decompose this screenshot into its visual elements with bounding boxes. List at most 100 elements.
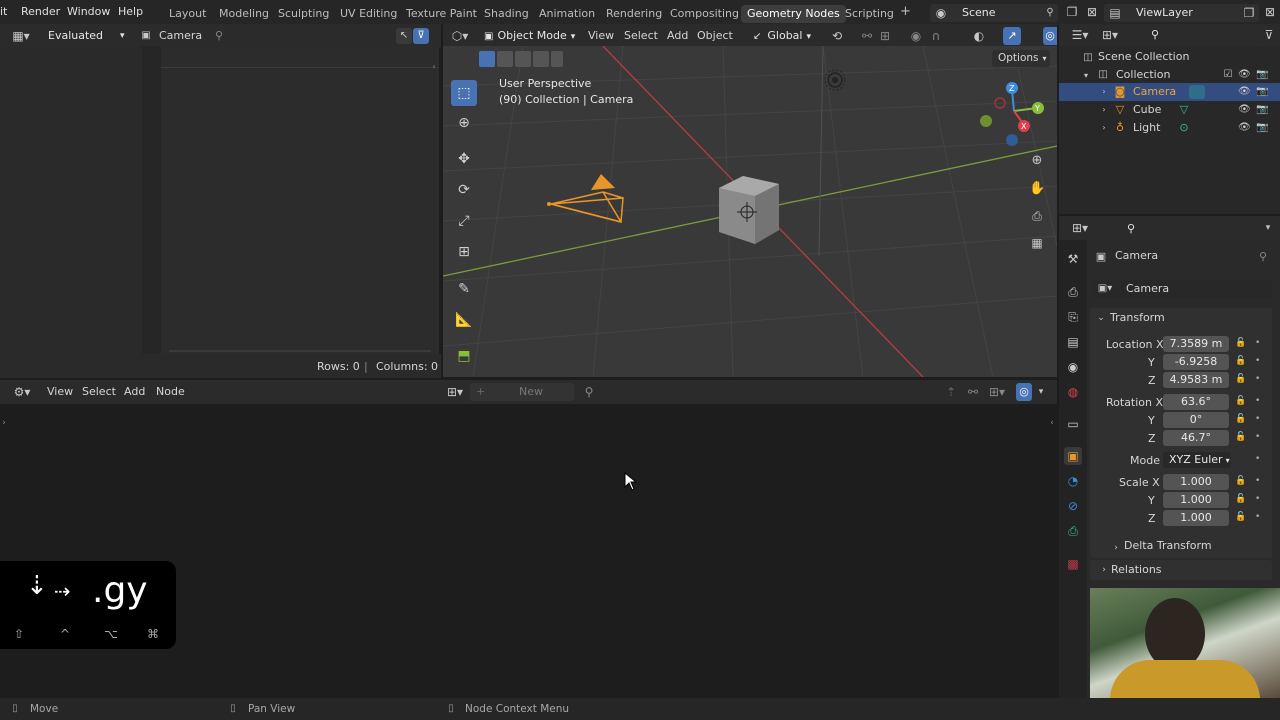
node-menu-select[interactable]: Select <box>82 385 116 398</box>
keyframe-icon[interactable]: • <box>1255 374 1260 384</box>
chevron-right-icon[interactable]: › <box>1112 541 1120 555</box>
keyframe-icon[interactable]: • <box>1255 396 1260 406</box>
scene-tab-icon[interactable]: ◉ <box>1064 358 1082 376</box>
cube-object[interactable] <box>715 176 785 251</box>
scale-x-field[interactable]: 1.000 <box>1163 474 1229 490</box>
lock-icon[interactable]: 🔓 <box>1235 512 1246 522</box>
world-tab-icon[interactable]: ◍ <box>1064 383 1082 401</box>
tab-compositing[interactable]: Compositing <box>670 7 739 20</box>
tab-geometry-nodes[interactable]: Geometry Nodes <box>741 5 846 23</box>
lock-icon[interactable]: 🔓 <box>1235 374 1246 384</box>
tab-uv-editing[interactable]: UV Editing <box>340 7 397 20</box>
selected-only-icon[interactable]: ↖ <box>396 28 412 44</box>
editor-type-icon[interactable]: ⚙▾ <box>10 385 34 399</box>
view-layer-selector[interactable]: ▤ ViewLayer ❐ <box>1104 4 1259 22</box>
tab-shading[interactable]: Shading <box>484 7 529 20</box>
expand-arrow-icon[interactable]: ▾ <box>1081 69 1091 83</box>
node-menu-view[interactable]: View <box>47 385 73 398</box>
tab-modeling[interactable]: Modeling <box>219 7 269 20</box>
eye-icon[interactable]: 👁 <box>1238 68 1251 82</box>
menu-help[interactable]: Help <box>118 5 143 18</box>
menu-edit[interactable]: it <box>0 5 7 18</box>
editor-type-icon[interactable]: ⊞▾ <box>1069 221 1091 235</box>
properties-search-input[interactable]: ⚲ <box>1119 220 1219 238</box>
cursor-tool-icon[interactable]: ⊕ <box>451 110 477 136</box>
overlay-toggle-icon[interactable]: ◎ <box>1016 383 1032 401</box>
expand-arrow-icon[interactable]: › <box>1099 121 1109 135</box>
scrollbar[interactable] <box>169 350 431 352</box>
scale-z-field[interactable]: 1.000 <box>1163 510 1229 526</box>
camera-icon[interactable]: 📷 <box>1256 68 1268 82</box>
new-view-layer-icon[interactable]: ❐ <box>1242 6 1256 20</box>
tab-layout[interactable]: Layout <box>169 7 206 20</box>
transform-orientation-dropdown[interactable]: ↙ Global ▾ <box>751 27 823 45</box>
pin-icon[interactable]: ⚲ <box>582 385 596 399</box>
snap-icon[interactable]: ⚯ <box>859 29 875 43</box>
lock-icon[interactable]: 🔓 <box>1235 396 1246 406</box>
perspective-toggle-icon[interactable]: ▦ <box>1029 236 1045 250</box>
object-tab-icon[interactable]: ▣ <box>1064 447 1082 465</box>
keyframe-icon[interactable]: • <box>1255 356 1260 366</box>
scale-y-field[interactable]: 1.000 <box>1163 492 1229 508</box>
pivot-icon[interactable]: ⟲ <box>829 29 845 43</box>
tab-sculpting[interactable]: Sculpting <box>278 7 329 20</box>
keyframe-icon[interactable]: • <box>1255 512 1260 522</box>
3d-viewport[interactable]: User Perspective (90) Collection | Camer… <box>443 46 1057 377</box>
relations-panel-title[interactable]: Relations <box>1111 563 1162 576</box>
light-object[interactable] <box>822 67 848 93</box>
lock-icon[interactable]: 🔓 <box>1235 476 1246 486</box>
tab-texture-paint[interactable]: Texture Paint <box>406 7 477 20</box>
checkbox-icon[interactable]: ☑ <box>1222 68 1234 82</box>
pin-icon[interactable]: ⚲ <box>212 29 226 43</box>
outliner-search-input[interactable]: ⚲ <box>1143 26 1259 44</box>
expand-toolbar-icon[interactable]: › <box>0 416 8 430</box>
parent-node-tree-icon[interactable]: ⇡ <box>944 385 958 399</box>
collapse-arrow-icon[interactable]: ‹ <box>430 60 438 74</box>
scene-selector[interactable]: ◉ Scene ⚲ <box>930 4 1058 22</box>
collection-tab-icon[interactable]: ▭ <box>1064 415 1082 433</box>
pan-hand-icon[interactable]: ✋ <box>1029 182 1045 196</box>
location-y-field[interactable]: -6.9258 <box>1163 354 1229 370</box>
evaluated-dropdown[interactable]: Evaluated ▾ <box>40 27 132 45</box>
node-editor-canvas[interactable]: › ‹ <box>0 404 1057 698</box>
eye-icon[interactable]: 👁 <box>1238 85 1251 99</box>
transform-panel-title[interactable]: Transform <box>1110 311 1165 324</box>
options-dropdown[interactable]: Options ▾ <box>992 50 1050 67</box>
tab-scripting[interactable]: Scripting <box>845 7 894 20</box>
rotation-x-field[interactable]: 63.6° <box>1163 394 1229 410</box>
transform-tool-icon[interactable]: ⊞ <box>451 239 477 265</box>
rotation-mode-dropdown[interactable]: XYZ Euler ▾ <box>1163 452 1231 468</box>
node-menu-node[interactable]: Node <box>156 385 185 398</box>
delete-view-layer-icon[interactable]: ⊠ <box>1262 5 1278 19</box>
measure-tool-icon[interactable]: 📐 <box>451 307 477 333</box>
overlay-toggle-icon[interactable]: ◎ <box>1043 27 1057 45</box>
keyframe-icon[interactable]: • <box>1255 414 1260 424</box>
tab-rendering[interactable]: Rendering <box>606 7 662 20</box>
camera-icon[interactable]: 📷 <box>1256 121 1268 135</box>
object-datablock-field[interactable]: ▣▾ Camera <box>1092 280 1272 298</box>
expand-sidebar-icon[interactable]: ‹ <box>1048 416 1056 430</box>
render-tab-icon[interactable]: ⎙ <box>1064 283 1082 301</box>
outliner-row-light[interactable]: › ♁ Light ⊙ 👁 📷 <box>1059 119 1280 137</box>
annotate-tool-icon[interactable]: ✎ <box>451 276 477 302</box>
chevron-down-icon[interactable]: ▾ <box>1262 221 1274 235</box>
object-mode-dropdown[interactable]: ▣ Object Mode ▾ <box>480 27 576 45</box>
editor-type-icon[interactable]: ☰▾ <box>1069 28 1091 42</box>
chevron-down-icon[interactable]: ⌄ <box>1096 311 1106 325</box>
snap-icon[interactable]: ⚯ <box>966 385 980 399</box>
data-tab-icon[interactable]: ⎙ <box>1064 522 1082 540</box>
chevron-right-icon[interactable]: › <box>1100 563 1108 577</box>
lock-icon[interactable]: 🔓 <box>1235 414 1246 424</box>
camera-icon[interactable]: 📷 <box>1256 85 1268 99</box>
visibility-icon[interactable]: ◐ <box>971 29 987 43</box>
viewport-menu-select[interactable]: Select <box>624 29 658 42</box>
camera-object[interactable] <box>543 170 633 230</box>
eye-icon[interactable]: 👁 <box>1238 103 1251 117</box>
filter-icon[interactable]: ⊽ <box>1262 28 1276 42</box>
rotate-tool-icon[interactable]: ⟳ <box>451 177 477 203</box>
viewport-menu-view[interactable]: View <box>588 29 614 42</box>
select-box-tool-icon[interactable]: ⬚ <box>451 80 477 106</box>
scale-tool-icon[interactable]: ⤢ <box>451 208 477 234</box>
menu-window[interactable]: Window <box>67 5 110 18</box>
keyframe-icon[interactable]: • <box>1255 432 1260 442</box>
